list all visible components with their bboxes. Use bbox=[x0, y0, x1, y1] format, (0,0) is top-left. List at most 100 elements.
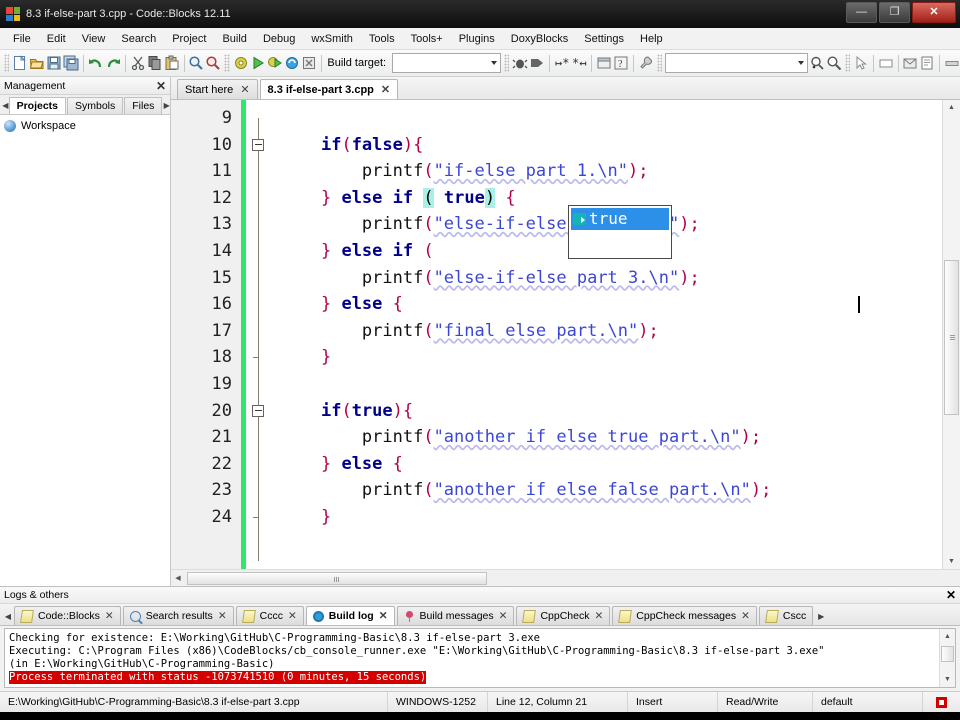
autocomplete-item-true[interactable]: true bbox=[571, 208, 669, 230]
debug-info-icon[interactable]: ? bbox=[613, 53, 629, 74]
paste-icon[interactable] bbox=[164, 53, 180, 74]
log-scroll-thumb[interactable] bbox=[941, 646, 954, 662]
close-icon[interactable]: ✕ bbox=[156, 79, 166, 93]
menu-item-build[interactable]: Build bbox=[215, 31, 253, 47]
code-line[interactable]: } else { bbox=[272, 451, 942, 478]
logs-tabs-prev-icon[interactable]: ◀ bbox=[2, 608, 14, 625]
log-scroll-up-button[interactable]: ▲ bbox=[940, 629, 955, 644]
editor-vertical-scrollbar[interactable]: ▲ ▼ bbox=[942, 100, 960, 569]
fold-row[interactable] bbox=[246, 265, 272, 292]
log-tab-codeblocks[interactable]: Code::Blocks ✕ bbox=[14, 606, 121, 625]
scroll-up-button[interactable]: ▲ bbox=[944, 100, 959, 115]
tab-projects[interactable]: Projects bbox=[8, 97, 66, 114]
maximize-button[interactable]: ❐ bbox=[879, 2, 910, 23]
close-icon[interactable]: ✕ bbox=[499, 610, 508, 622]
minimize-button[interactable]: — bbox=[846, 2, 877, 23]
log-vertical-scrollbar[interactable]: ▲ ▼ bbox=[939, 629, 955, 687]
menu-item-project[interactable]: Project bbox=[165, 31, 213, 47]
code-line[interactable]: } bbox=[272, 504, 942, 531]
select-pointer-icon[interactable] bbox=[853, 53, 869, 74]
code-line[interactable]: if(false){ bbox=[272, 132, 942, 159]
save-icon[interactable] bbox=[46, 53, 62, 74]
log-tab-search-results[interactable]: Search results ✕ bbox=[122, 606, 234, 625]
close-button[interactable]: ✕ bbox=[912, 2, 956, 23]
menu-item-settings[interactable]: Settings bbox=[577, 31, 631, 47]
menu-item-edit[interactable]: Edit bbox=[40, 31, 73, 47]
save-all-icon[interactable] bbox=[63, 53, 79, 74]
rebuild-icon[interactable] bbox=[284, 53, 300, 74]
close-icon[interactable]: ✕ bbox=[240, 83, 249, 96]
undo-icon[interactable] bbox=[88, 53, 104, 74]
code-line[interactable]: } else { bbox=[272, 291, 942, 318]
code-editor[interactable]: 9 10 11 12 13 14 15 16 17 18 19 20 21 22 23 24 if(false… bbox=[171, 100, 942, 569]
toolbar-grip[interactable] bbox=[844, 54, 850, 72]
fold-row[interactable] bbox=[246, 398, 272, 425]
close-icon[interactable]: ✕ bbox=[946, 588, 956, 602]
menu-item-tools[interactable]: Tools bbox=[362, 31, 402, 47]
code-line[interactable]: } bbox=[272, 344, 942, 371]
close-icon[interactable]: ✕ bbox=[218, 610, 227, 622]
fold-row[interactable] bbox=[246, 451, 272, 478]
editor-horizontal-scrollbar[interactable]: ◀ bbox=[171, 569, 960, 586]
code-line[interactable]: printf("final else part.\n"); bbox=[272, 318, 942, 345]
close-icon[interactable]: ✕ bbox=[381, 83, 390, 96]
fold-row[interactable] bbox=[246, 504, 272, 531]
doc-icon[interactable] bbox=[919, 53, 935, 74]
abort-icon[interactable] bbox=[301, 53, 317, 74]
mail-icon[interactable] bbox=[902, 53, 918, 74]
menu-item-plugins[interactable]: Plugins bbox=[452, 31, 502, 47]
replace-icon[interactable] bbox=[205, 53, 221, 74]
new-file-icon[interactable] bbox=[12, 53, 28, 74]
tree-item-workspace[interactable]: Workspace bbox=[4, 120, 166, 132]
log-scroll-track[interactable] bbox=[941, 644, 954, 672]
fold-row[interactable] bbox=[246, 318, 272, 345]
menu-item-debug[interactable]: Debug bbox=[256, 31, 302, 47]
toolbar-grip[interactable] bbox=[504, 54, 510, 72]
step-into-icon[interactable]: *↤ bbox=[571, 53, 587, 74]
fold-row[interactable] bbox=[246, 477, 272, 504]
find-implementation-icon[interactable] bbox=[826, 53, 842, 74]
debug-icon[interactable] bbox=[512, 53, 528, 74]
log-tab-cscc[interactable]: Cscc bbox=[758, 606, 814, 625]
menu-item-view[interactable]: View bbox=[75, 31, 113, 47]
log-scroll-down-button[interactable]: ▼ bbox=[940, 672, 955, 687]
editor-tab-if-else-part-3[interactable]: 8.3 if-else-part 3.cpp ✕ bbox=[259, 79, 399, 99]
fold-row[interactable] bbox=[246, 158, 272, 185]
toolbar-grip[interactable] bbox=[656, 54, 662, 72]
log-tab-cccc[interactable]: Cccc ✕ bbox=[235, 606, 304, 625]
next-line-icon[interactable]: ↦* bbox=[554, 53, 570, 74]
menu-item-file[interactable]: File bbox=[6, 31, 38, 47]
fold-margin[interactable] bbox=[246, 100, 272, 569]
logs-tabs-next-icon[interactable]: ▶ bbox=[815, 608, 827, 625]
code-line[interactable] bbox=[272, 371, 942, 398]
fold-row[interactable] bbox=[246, 238, 272, 265]
fold-row[interactable] bbox=[246, 291, 272, 318]
code-text-area[interactable]: if(false){ printf("if-else part 1.\n"); … bbox=[272, 100, 942, 569]
code-line[interactable] bbox=[272, 105, 942, 132]
debug-window-icon[interactable] bbox=[596, 53, 612, 74]
build-target-select[interactable] bbox=[392, 53, 502, 73]
fold-row[interactable] bbox=[246, 185, 272, 212]
search-input[interactable] bbox=[664, 53, 808, 73]
dialog-icon[interactable] bbox=[878, 53, 894, 74]
find-declaration-icon[interactable] bbox=[809, 53, 825, 74]
toolbar-grip[interactable] bbox=[224, 54, 230, 72]
bar-icon[interactable] bbox=[944, 53, 960, 74]
log-tab-build-log[interactable]: Build log ✕ bbox=[305, 606, 395, 625]
debug-continue-icon[interactable] bbox=[529, 53, 545, 74]
log-tab-cppcheck-messages[interactable]: CppCheck messages ✕ bbox=[612, 606, 757, 625]
scroll-left-button[interactable]: ◀ bbox=[171, 571, 185, 585]
find-icon[interactable] bbox=[188, 53, 204, 74]
vertical-scroll-track[interactable] bbox=[944, 115, 959, 554]
close-icon[interactable]: ✕ bbox=[741, 610, 750, 622]
fold-collapse-icon[interactable] bbox=[252, 404, 264, 417]
code-line[interactable]: printf("another if else true part.\n"); bbox=[272, 424, 942, 451]
code-line[interactable]: printf("another if else false part.\n"); bbox=[272, 477, 942, 504]
horizontal-scroll-track[interactable] bbox=[185, 571, 943, 585]
menu-item-wxsmith[interactable]: wxSmith bbox=[304, 31, 360, 47]
fold-collapse-icon[interactable] bbox=[252, 138, 264, 151]
toolbar-grip[interactable] bbox=[4, 54, 10, 72]
tab-files[interactable]: Files bbox=[124, 97, 163, 114]
menu-item-tools-plus[interactable]: Tools+ bbox=[404, 31, 450, 47]
code-line[interactable]: printf("if-else part 1.\n"); bbox=[272, 158, 942, 185]
